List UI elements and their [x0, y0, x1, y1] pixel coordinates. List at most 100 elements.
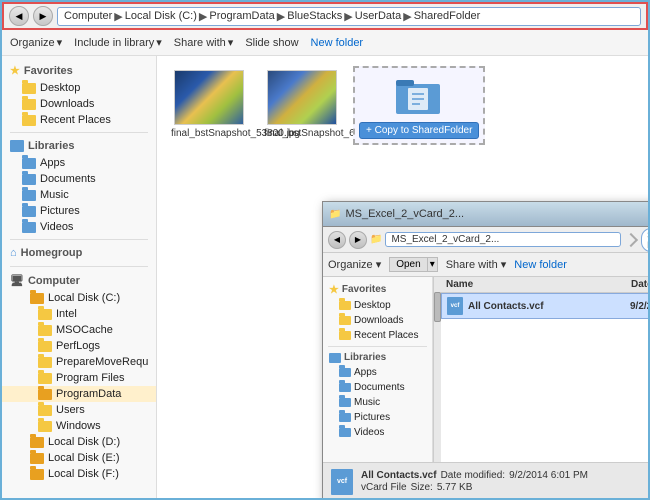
dialog-title: MS_Excel_2_vCard_2... [345, 208, 464, 220]
dialog-share-button[interactable]: Share with ▾ [446, 258, 507, 271]
new-folder-button[interactable]: New folder [311, 37, 364, 49]
thumbnail-item-1[interactable]: final_bstSnapshot_53800.jpg [167, 66, 250, 143]
dialog-new-folder-button[interactable]: New folder [514, 259, 567, 271]
sep-2: ▶ [277, 10, 285, 23]
sidebar-item-windows[interactable]: Windows [2, 418, 156, 434]
status-vcf-icon: vcf [331, 469, 353, 495]
dialog-sidebar-recent[interactable]: Recent Places [323, 328, 432, 343]
sidebar-item-perflogs[interactable]: PerfLogs [2, 338, 156, 354]
folder-icon [339, 368, 351, 377]
slideshow-button[interactable]: Slide show [245, 37, 298, 49]
sidebar-item-downloads[interactable]: Downloads [2, 96, 156, 112]
dialog-favorites-section: ★ Favorites Desktop Downloads [323, 281, 432, 343]
include-library-button[interactable]: Include in library ▾ [74, 36, 162, 49]
dialog-open-button[interactable]: Open [389, 257, 427, 272]
path-part-1: Local Disk (C:) [125, 10, 197, 22]
sidebar-item-msocache[interactable]: MSOCache [2, 322, 156, 338]
sidebar-item-documents[interactable]: Documents [2, 171, 156, 187]
dialog-libraries-header: Libraries [323, 350, 432, 365]
path-part-0: Computer [64, 10, 112, 22]
organize-button[interactable]: Organize ▾ [10, 36, 62, 49]
sidebar-item-preparemove[interactable]: PrepareMoveRequ [2, 354, 156, 370]
thumbnail-item-2[interactable]: final_bstSnapshot_60786.jpg [260, 66, 343, 143]
computer-section: 🖥 Computer Local Disk (C:) Intel MSOCach… [2, 271, 156, 482]
sidebar-item-intel[interactable]: Intel [2, 306, 156, 322]
share-with-button[interactable]: Share with ▾ [174, 36, 234, 49]
folder-icon [38, 405, 52, 416]
dialog-address-bar: ◀ ▶ 📁 MS_Excel_2_vCard_2... Search MS_Ex… [323, 227, 648, 253]
sidebar-item-local-c[interactable]: Local Disk (C:) [2, 290, 156, 306]
inner-dialog: 📁 MS_Excel_2_vCard_2... ─ □ ✕ ◀ ▶ 📁 MS_E… [322, 201, 648, 498]
file-name: All Contacts.vcf [468, 301, 625, 312]
dialog-sidebar-apps[interactable]: Apps [323, 365, 432, 380]
dialog-sidebar-documents[interactable]: Documents [323, 380, 432, 395]
status-date-label: Date modified: [441, 470, 505, 481]
dialog-sidebar-pictures[interactable]: Pictures [323, 410, 432, 425]
file-item-vcf[interactable]: vcf All Contacts.vcf 9/2/2014 6:01 PM [441, 293, 648, 319]
drive-icon [30, 453, 44, 464]
sidebar-item-program-files[interactable]: Program Files [2, 370, 156, 386]
content-area: ★ Favorites Desktop Downloads Recent Pla… [2, 56, 648, 498]
thumbnail-container: final_bstSnapshot_53800.jpg final_bstSna… [167, 66, 638, 145]
dialog-sidebar-videos[interactable]: Videos [323, 425, 432, 440]
dialog-back-button[interactable]: ◀ [328, 231, 346, 249]
path-part-5: SharedFolder [414, 10, 481, 22]
address-path[interactable]: Computer ▶ Local Disk (C:) ▶ ProgramData… [57, 7, 641, 26]
dialog-body: ★ Favorites Desktop Downloads [323, 277, 648, 462]
thumbnail-label-1: final_bstSnapshot_53800.jpg [171, 128, 246, 139]
thumbnail-image-1 [174, 70, 244, 125]
column-header: Name Date modified [441, 277, 648, 293]
sidebar-item-recent-places[interactable]: Recent Places [2, 112, 156, 128]
dialog-sidebar-downloads[interactable]: Downloads [323, 313, 432, 328]
folder-icon [38, 373, 52, 384]
sidebar-item-videos[interactable]: Videos [2, 219, 156, 235]
sidebar-item-music[interactable]: Music [2, 187, 156, 203]
copy-to-button[interactable]: + Copy to SharedFolder [359, 122, 479, 139]
status-size-label: Size: [411, 482, 433, 493]
sidebar-item-local-e[interactable]: Local Disk (E:) [2, 450, 156, 466]
folder-icon [339, 301, 351, 310]
sidebar-item-desktop[interactable]: Desktop [2, 80, 156, 96]
folder-icon [38, 325, 52, 336]
favorites-star-icon: ★ [10, 64, 20, 77]
dialog-toolbar: Organize ▾ Open ▾ Share with ▾ New folde… [323, 253, 648, 277]
folder-icon [22, 190, 36, 201]
dialog-open-dropdown[interactable]: ▾ [428, 257, 438, 272]
forward-button[interactable]: ▶ [33, 6, 53, 26]
path-part-2: ProgramData [209, 10, 274, 22]
back-button[interactable]: ◀ [9, 6, 29, 26]
folder-icon [22, 222, 36, 233]
libraries-icon [329, 353, 341, 363]
col-name-header: Name [446, 279, 631, 290]
status-size-value: 5.77 KB [437, 482, 473, 493]
drive-icon [30, 437, 44, 448]
folder-icon [339, 331, 351, 340]
libraries-icon [10, 140, 24, 152]
sidebar-item-apps[interactable]: Apps [2, 155, 156, 171]
dialog-statusbar: vcf All Contacts.vcf Date modified: 9/2/… [323, 462, 648, 498]
sidebar-item-local-d[interactable]: Local Disk (D:) [2, 434, 156, 450]
homegroup-icon: ⌂ [10, 247, 17, 259]
dialog-divider [328, 346, 427, 347]
sidebar-item-users[interactable]: Users [2, 402, 156, 418]
dialog-forward-button[interactable]: ▶ [349, 231, 367, 249]
shared-folder-item[interactable]: + Copy to SharedFolder [353, 66, 485, 145]
dialog-sidebar-music[interactable]: Music [323, 395, 432, 410]
path-part-3: BlueStacks [287, 10, 342, 22]
sidebar-item-pictures[interactable]: Pictures [2, 203, 156, 219]
col-modified-header: Date modified [631, 279, 648, 290]
dialog-fav-star: ★ [329, 283, 339, 296]
sidebar-item-local-f[interactable]: Local Disk (F:) [2, 466, 156, 482]
scroll-thumb[interactable] [434, 292, 441, 322]
dialog-sidebar-desktop[interactable]: Desktop [323, 298, 432, 313]
sidebar-item-programdata[interactable]: ProgramData [2, 386, 156, 402]
folder-icon [22, 83, 36, 94]
dialog-path[interactable]: MS_Excel_2_vCard_2... [385, 232, 621, 247]
dialog-file-pane: Name Date modified vcf All Contacts.vcf … [441, 277, 648, 462]
search-placeholder: Search MS_Excel_2_vCard_2_9_2014_18... [647, 230, 648, 250]
dialog-organize-button[interactable]: Organize ▾ [328, 258, 381, 271]
sidebar-scrollbar[interactable] [433, 277, 441, 462]
dialog-search-box[interactable]: Search MS_Excel_2_vCard_2_9_2014_18... 🔍 [641, 228, 648, 252]
status-text-area: All Contacts.vcf Date modified: 9/2/2014… [361, 470, 588, 493]
folder-icon [22, 174, 36, 185]
